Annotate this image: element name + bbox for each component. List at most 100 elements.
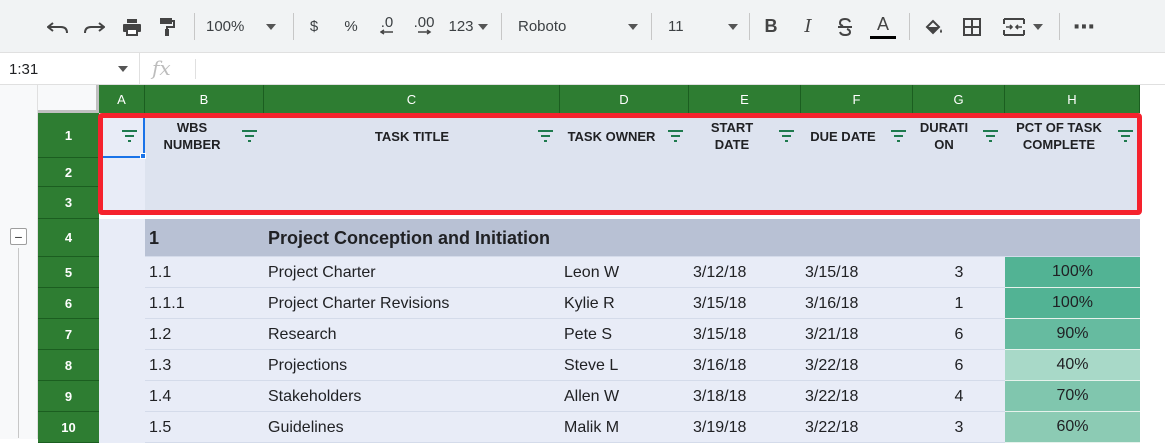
pct-complete-cell[interactable]: 70% xyxy=(1005,381,1140,412)
currency-format-button[interactable]: $ xyxy=(303,0,325,53)
cell-a10[interactable] xyxy=(99,412,145,443)
wbs-cell[interactable]: 1.4 xyxy=(149,381,259,412)
zoom-value: 100% xyxy=(206,18,245,35)
section-title[interactable]: Project Conception and Initiation xyxy=(268,219,550,257)
task-owner-cell[interactable]: Kylie R xyxy=(564,288,684,319)
due-date-cell[interactable]: 3/22/18 xyxy=(805,350,909,381)
increase-decimal-button[interactable]: .00 xyxy=(408,0,440,53)
highlight-box xyxy=(98,113,1142,215)
duration-cell[interactable]: 3 xyxy=(913,412,1005,443)
row-header-9[interactable]: 9 xyxy=(38,381,99,412)
task-owner-cell[interactable]: Steve L xyxy=(564,350,684,381)
start-date-cell[interactable]: 3/18/18 xyxy=(693,381,797,412)
task-owner-cell[interactable]: Allen W xyxy=(564,381,684,412)
toolbar-divider xyxy=(749,13,750,40)
formula-input[interactable] xyxy=(205,53,1160,85)
italic-button[interactable]: I xyxy=(797,0,819,53)
redo-button[interactable] xyxy=(80,0,108,53)
percent-format-button[interactable]: % xyxy=(340,0,362,53)
pct-complete-cell[interactable]: 100% xyxy=(1005,257,1140,288)
toolbar-divider xyxy=(501,13,502,40)
column-header-d[interactable]: D xyxy=(560,85,689,113)
row-header-10[interactable]: 10 xyxy=(38,412,99,443)
text-color-button[interactable]: A xyxy=(868,0,898,53)
column-header-e[interactable]: E xyxy=(689,85,801,113)
font-size-select[interactable]: 11 xyxy=(668,0,738,53)
pct-complete-cell[interactable]: 100% xyxy=(1005,288,1140,319)
fx-icon: fx xyxy=(152,56,171,80)
toolbar-divider xyxy=(909,13,910,40)
task-title-cell[interactable]: Stakeholders xyxy=(268,381,556,412)
strikethrough-button[interactable] xyxy=(833,0,857,53)
column-header-c[interactable]: C xyxy=(264,85,560,113)
cell-a5[interactable] xyxy=(99,257,145,288)
bold-button[interactable]: B xyxy=(760,0,782,53)
select-all-corner[interactable] xyxy=(38,85,99,113)
pct-complete-cell[interactable]: 60% xyxy=(1005,412,1140,443)
row-header-6[interactable]: 6 xyxy=(38,288,99,319)
name-box[interactable]: 1:31 xyxy=(0,53,140,85)
task-owner-cell[interactable]: Malik M xyxy=(564,412,684,443)
paint-format-button[interactable] xyxy=(153,0,181,53)
column-header-a[interactable]: A xyxy=(99,85,145,113)
row-header-1[interactable]: 1 xyxy=(38,113,99,158)
row-header-4[interactable]: 4 xyxy=(38,219,99,257)
column-header-g[interactable]: G xyxy=(913,85,1005,113)
font-family-select[interactable]: Roboto xyxy=(518,0,638,53)
row-header-5[interactable]: 5 xyxy=(38,257,99,288)
duration-cell[interactable]: 6 xyxy=(913,350,1005,381)
task-title-cell[interactable]: Guidelines xyxy=(268,412,556,443)
row-header-3[interactable]: 3 xyxy=(38,187,99,219)
task-title-cell[interactable]: Project Charter Revisions xyxy=(268,288,556,319)
task-owner-cell[interactable]: Leon W xyxy=(564,257,684,288)
wbs-cell[interactable]: 1.1 xyxy=(149,257,259,288)
cell-a8[interactable] xyxy=(99,350,145,381)
number-format-select[interactable]: 123 xyxy=(446,0,490,53)
start-date-cell[interactable]: 3/19/18 xyxy=(693,412,797,443)
section-wbs[interactable]: 1 xyxy=(149,219,159,257)
cell-a9[interactable] xyxy=(99,381,145,412)
duration-cell[interactable]: 1 xyxy=(913,288,1005,319)
start-date-cell[interactable]: 3/15/18 xyxy=(693,288,797,319)
duration-cell[interactable]: 3 xyxy=(913,257,1005,288)
duration-cell[interactable]: 4 xyxy=(913,381,1005,412)
start-date-cell[interactable]: 3/15/18 xyxy=(693,319,797,350)
column-header-f[interactable]: F xyxy=(801,85,913,113)
collapse-group-button[interactable]: − xyxy=(10,228,27,245)
row-header-2[interactable]: 2 xyxy=(38,158,99,187)
due-date-cell[interactable]: 3/22/18 xyxy=(805,381,909,412)
task-owner-cell[interactable]: Pete S xyxy=(564,319,684,350)
print-button[interactable] xyxy=(118,0,146,53)
column-header-h[interactable]: H xyxy=(1005,85,1140,113)
duration-cell[interactable]: 6 xyxy=(913,319,1005,350)
undo-icon xyxy=(47,21,68,33)
wbs-cell[interactable]: 1.2 xyxy=(149,319,259,350)
pct-complete-cell[interactable]: 90% xyxy=(1005,319,1140,350)
cell-a6[interactable] xyxy=(99,288,145,319)
merge-cells-button[interactable] xyxy=(996,0,1050,53)
zoom-select[interactable]: 100% xyxy=(206,0,284,53)
pct-complete-cell[interactable]: 40% xyxy=(1005,350,1140,381)
row-header-7[interactable]: 7 xyxy=(38,319,99,350)
due-date-cell[interactable]: 3/16/18 xyxy=(805,288,909,319)
start-date-cell[interactable]: 3/16/18 xyxy=(693,350,797,381)
more-icon[interactable]: ⋯ xyxy=(1071,0,1097,53)
column-header-b[interactable]: B xyxy=(145,85,264,113)
wbs-cell[interactable]: 1.1.1 xyxy=(149,288,259,319)
task-title-cell[interactable]: Project Charter xyxy=(268,257,556,288)
undo-button[interactable] xyxy=(44,0,72,53)
due-date-cell[interactable]: 3/22/18 xyxy=(805,412,909,443)
borders-button[interactable] xyxy=(959,0,985,53)
cell-a4[interactable] xyxy=(99,219,145,257)
start-date-cell[interactable]: 3/12/18 xyxy=(693,257,797,288)
wbs-cell[interactable]: 1.5 xyxy=(149,412,259,443)
fill-color-button[interactable] xyxy=(921,0,947,53)
due-date-cell[interactable]: 3/15/18 xyxy=(805,257,909,288)
row-header-8[interactable]: 8 xyxy=(38,350,99,381)
wbs-cell[interactable]: 1.3 xyxy=(149,350,259,381)
task-title-cell[interactable]: Research xyxy=(268,319,556,350)
decrease-decimal-button[interactable]: .0 xyxy=(372,0,402,53)
task-title-cell[interactable]: Projections xyxy=(268,350,556,381)
cell-a7[interactable] xyxy=(99,319,145,350)
due-date-cell[interactable]: 3/21/18 xyxy=(805,319,909,350)
